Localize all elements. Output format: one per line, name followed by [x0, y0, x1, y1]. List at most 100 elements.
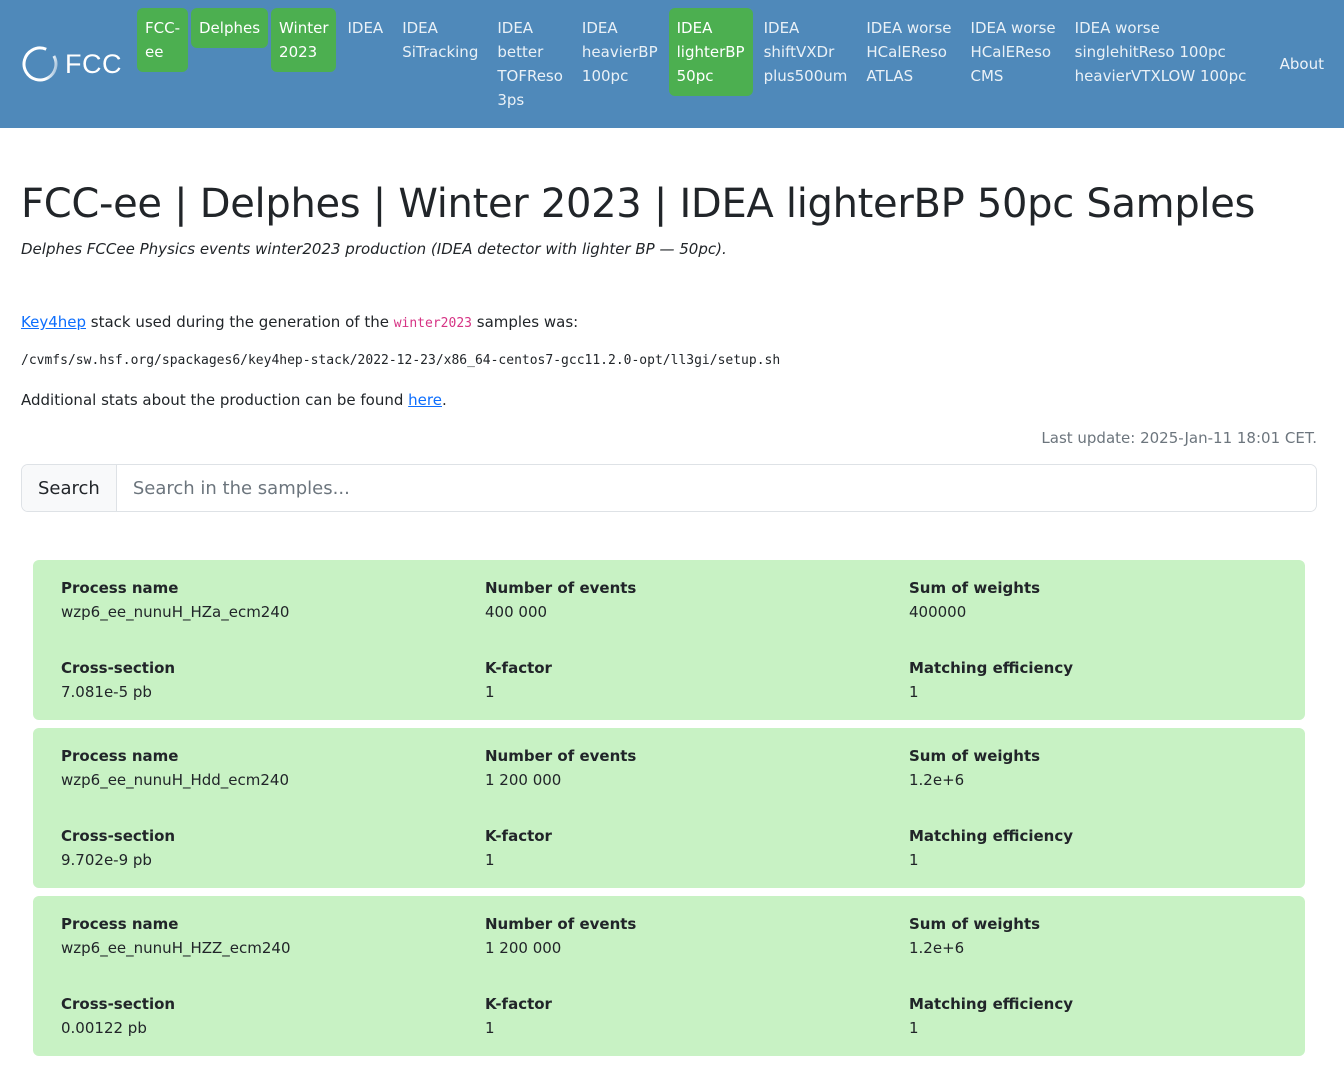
nav-item-delphes[interactable]: Delphes [191, 8, 269, 48]
main-content: FCC-ee | Delphes | Winter 2023 | IDEA li… [0, 180, 1344, 1056]
sample-card: Process name wzp6_ee_nunuH_HZZ_ecm240 Numb… [33, 896, 1305, 1056]
number-of-events-label: Number of events [485, 747, 637, 765]
nav-item-idea-worse-hcalereso-atlas[interactable]: IDEA worse HCalEReso ATLAS [858, 8, 959, 96]
nav-item-winter-2023[interactable]: Winter 2023 [271, 8, 337, 72]
stack-info: Key4hep stack used during the generation… [21, 310, 1317, 336]
nav-items: FCC-ee Delphes Winter 2023 IDEA IDEA SiTrackin… [137, 8, 1257, 120]
k-factor-label: K-factor [485, 659, 552, 677]
nav-item-label-line: IDEA [497, 19, 534, 37]
field-number-of-events: Number of events 1 200 000 [485, 912, 909, 960]
nav-item-fcc-ee[interactable]: FCC-ee [137, 8, 188, 72]
stack-text-2: samples was: [471, 313, 579, 331]
nav-item-idea-heavierbp-100pc[interactable]: IDEA heavierBP 100pc [574, 8, 666, 96]
field-k-factor: K-factor 1 [485, 656, 909, 704]
search-group: Search [21, 464, 1317, 512]
field-matching-efficiency: Matching efficiency 1 [909, 656, 1277, 704]
k-factor-label: K-factor [485, 995, 552, 1013]
cross-section-label: Cross-section [61, 827, 176, 845]
matching-efficiency-label: Matching efficiency [909, 995, 1074, 1013]
nav-item-label-line: HCalEReso [866, 43, 947, 61]
page-subtitle: Delphes FCCee Physics events winter2023 … [21, 240, 727, 258]
nav-item-label-line: IDEA [347, 19, 384, 37]
campaign-code: winter2023 [393, 316, 472, 331]
search-input[interactable] [116, 465, 1316, 511]
field-number-of-events: Number of events 1 200 000 [485, 744, 909, 792]
stats-here-link[interactable]: here [408, 391, 442, 409]
matching-efficiency-value: 1 [909, 683, 919, 701]
cross-section-value: 7.081e-5 pb [61, 683, 152, 701]
field-sum-of-weights: Sum of weights 1.2e+6 [909, 912, 1277, 960]
process-name-value: wzp6_ee_nunuH_HZa_ecm240 [61, 603, 290, 621]
matching-efficiency-label: Matching efficiency [909, 827, 1074, 845]
nav-item-label-line: Winter [279, 19, 329, 37]
field-k-factor: K-factor 1 [485, 992, 909, 1040]
nav-item-label-line: IDEA [763, 19, 800, 37]
number-of-events-label: Number of events [485, 915, 637, 933]
field-sum-of-weights: Sum of weights 400000 [909, 576, 1277, 624]
nav-item-idea-better-tofreso-3ps[interactable]: IDEA better TOFReso 3ps [489, 8, 571, 120]
nav-item-label-line: shiftVXDr [763, 43, 835, 61]
sum-of-weights-value: 400000 [909, 603, 967, 621]
nav-item-label-line: IDEA worse [866, 19, 952, 37]
field-process-name: Process name wzp6_ee_nunuH_Hdd_ecm240 [61, 744, 485, 792]
matching-efficiency-label: Matching efficiency [909, 659, 1074, 677]
nav-item-idea-worse-singlehitreso-100pc-heaviervtxlow-100pc[interactable]: IDEA worse singlehitReso 100pc heavierVTXL… [1067, 8, 1255, 96]
process-name-label: Process name [61, 747, 179, 765]
nav-item-label-line: CMS [970, 67, 1004, 85]
nav-item-idea-worse-hcalereso-cms[interactable]: IDEA worse HCalEReso CMS [963, 8, 1064, 96]
nav-item-label-line: ee [145, 43, 164, 61]
nav-item-label-line: IDEA [402, 19, 438, 37]
number-of-events-value: 400 000 [485, 603, 548, 621]
nav-item-label-line: 3ps [497, 91, 525, 109]
stats-text: Additional stats about the production ca… [21, 391, 409, 409]
stack-text-1: stack used during the generation of the [86, 313, 394, 331]
fcc-logo-link[interactable]: FCC [21, 8, 122, 120]
k-factor-label: K-factor [485, 827, 552, 845]
sample-card: Process name wzp6_ee_nunuH_HZa_ecm240 Numb… [33, 560, 1305, 720]
stats-info: Additional stats about the production ca… [21, 388, 1317, 412]
nav-item-idea-sitracking[interactable]: IDEA SiTracking [394, 8, 486, 72]
samples-list: Process name wzp6_ee_nunuH_HZa_ecm240 Numb… [21, 560, 1317, 1056]
number-of-events-label: Number of events [485, 579, 637, 597]
matching-efficiency-value: 1 [909, 1019, 919, 1037]
nav-about-link[interactable]: About [1280, 52, 1324, 76]
field-cross-section: Cross-section 0.00122 pb [61, 992, 485, 1040]
nav-item-label-line: Delphes [199, 19, 261, 37]
search-label: Search [22, 465, 117, 511]
cross-section-value: 9.702e-9 pb [61, 851, 152, 869]
field-matching-efficiency: Matching efficiency 1 [909, 824, 1277, 872]
k-factor-value: 1 [485, 851, 495, 869]
nav-item-label-line: 2023 [279, 43, 318, 61]
field-process-name: Process name wzp6_ee_nunuH_HZZ_ecm240 [61, 912, 485, 960]
key4hep-link[interactable]: Key4hep [21, 313, 86, 331]
nav-item-label-line: plus500um [763, 67, 848, 85]
nav-item-label-line: IDEA worse [970, 19, 1056, 37]
k-factor-value: 1 [485, 683, 495, 701]
nav-item-label-line: singlehitReso 100pc [1074, 43, 1226, 61]
nav-item-label-line: 100pc [581, 67, 629, 85]
navbar: FCC FCC-ee Delphes Winter 2023 IDEA IDEA SiTra… [0, 0, 1344, 128]
number-of-events-value: 1 200 000 [485, 771, 562, 789]
sum-of-weights-value: 1.2e+6 [909, 939, 965, 957]
nav-item-label-line: lighterBP [676, 43, 745, 61]
nav-item-label-line: TOFReso [497, 67, 563, 85]
process-name-value: wzp6_ee_nunuH_HZZ_ecm240 [61, 939, 291, 957]
k-factor-value: 1 [485, 1019, 495, 1037]
sum-of-weights-value: 1.2e+6 [909, 771, 965, 789]
sum-of-weights-label: Sum of weights [909, 579, 1041, 597]
nav-item-idea[interactable]: IDEA [339, 8, 391, 48]
nav-item-label-line: 50pc [676, 67, 714, 85]
nav-item-idea-lighterbp-50pc[interactable]: IDEA lighterBP 50pc [668, 8, 753, 96]
process-name-value: wzp6_ee_nunuH_Hdd_ecm240 [61, 771, 290, 789]
stats-end: . [441, 391, 447, 409]
sum-of-weights-label: Sum of weights [909, 747, 1041, 765]
nav-item-label-line: heavierBP [581, 43, 658, 61]
nav-item-label-line: heavierVTXLOW 100pc [1074, 67, 1247, 85]
number-of-events-value: 1 200 000 [485, 939, 562, 957]
process-name-label: Process name [61, 915, 179, 933]
stack-path: /cvmfs/sw.hsf.org/spackages6/key4hep-sta… [21, 353, 781, 368]
field-matching-efficiency: Matching efficiency 1 [909, 992, 1277, 1040]
nav-item-idea-shiftvxdr-plus500um[interactable]: IDEA shiftVXDr plus500um [756, 8, 856, 96]
fcc-ring-logo-icon [21, 45, 59, 83]
nav-item-label-line: SiTracking [402, 43, 479, 61]
